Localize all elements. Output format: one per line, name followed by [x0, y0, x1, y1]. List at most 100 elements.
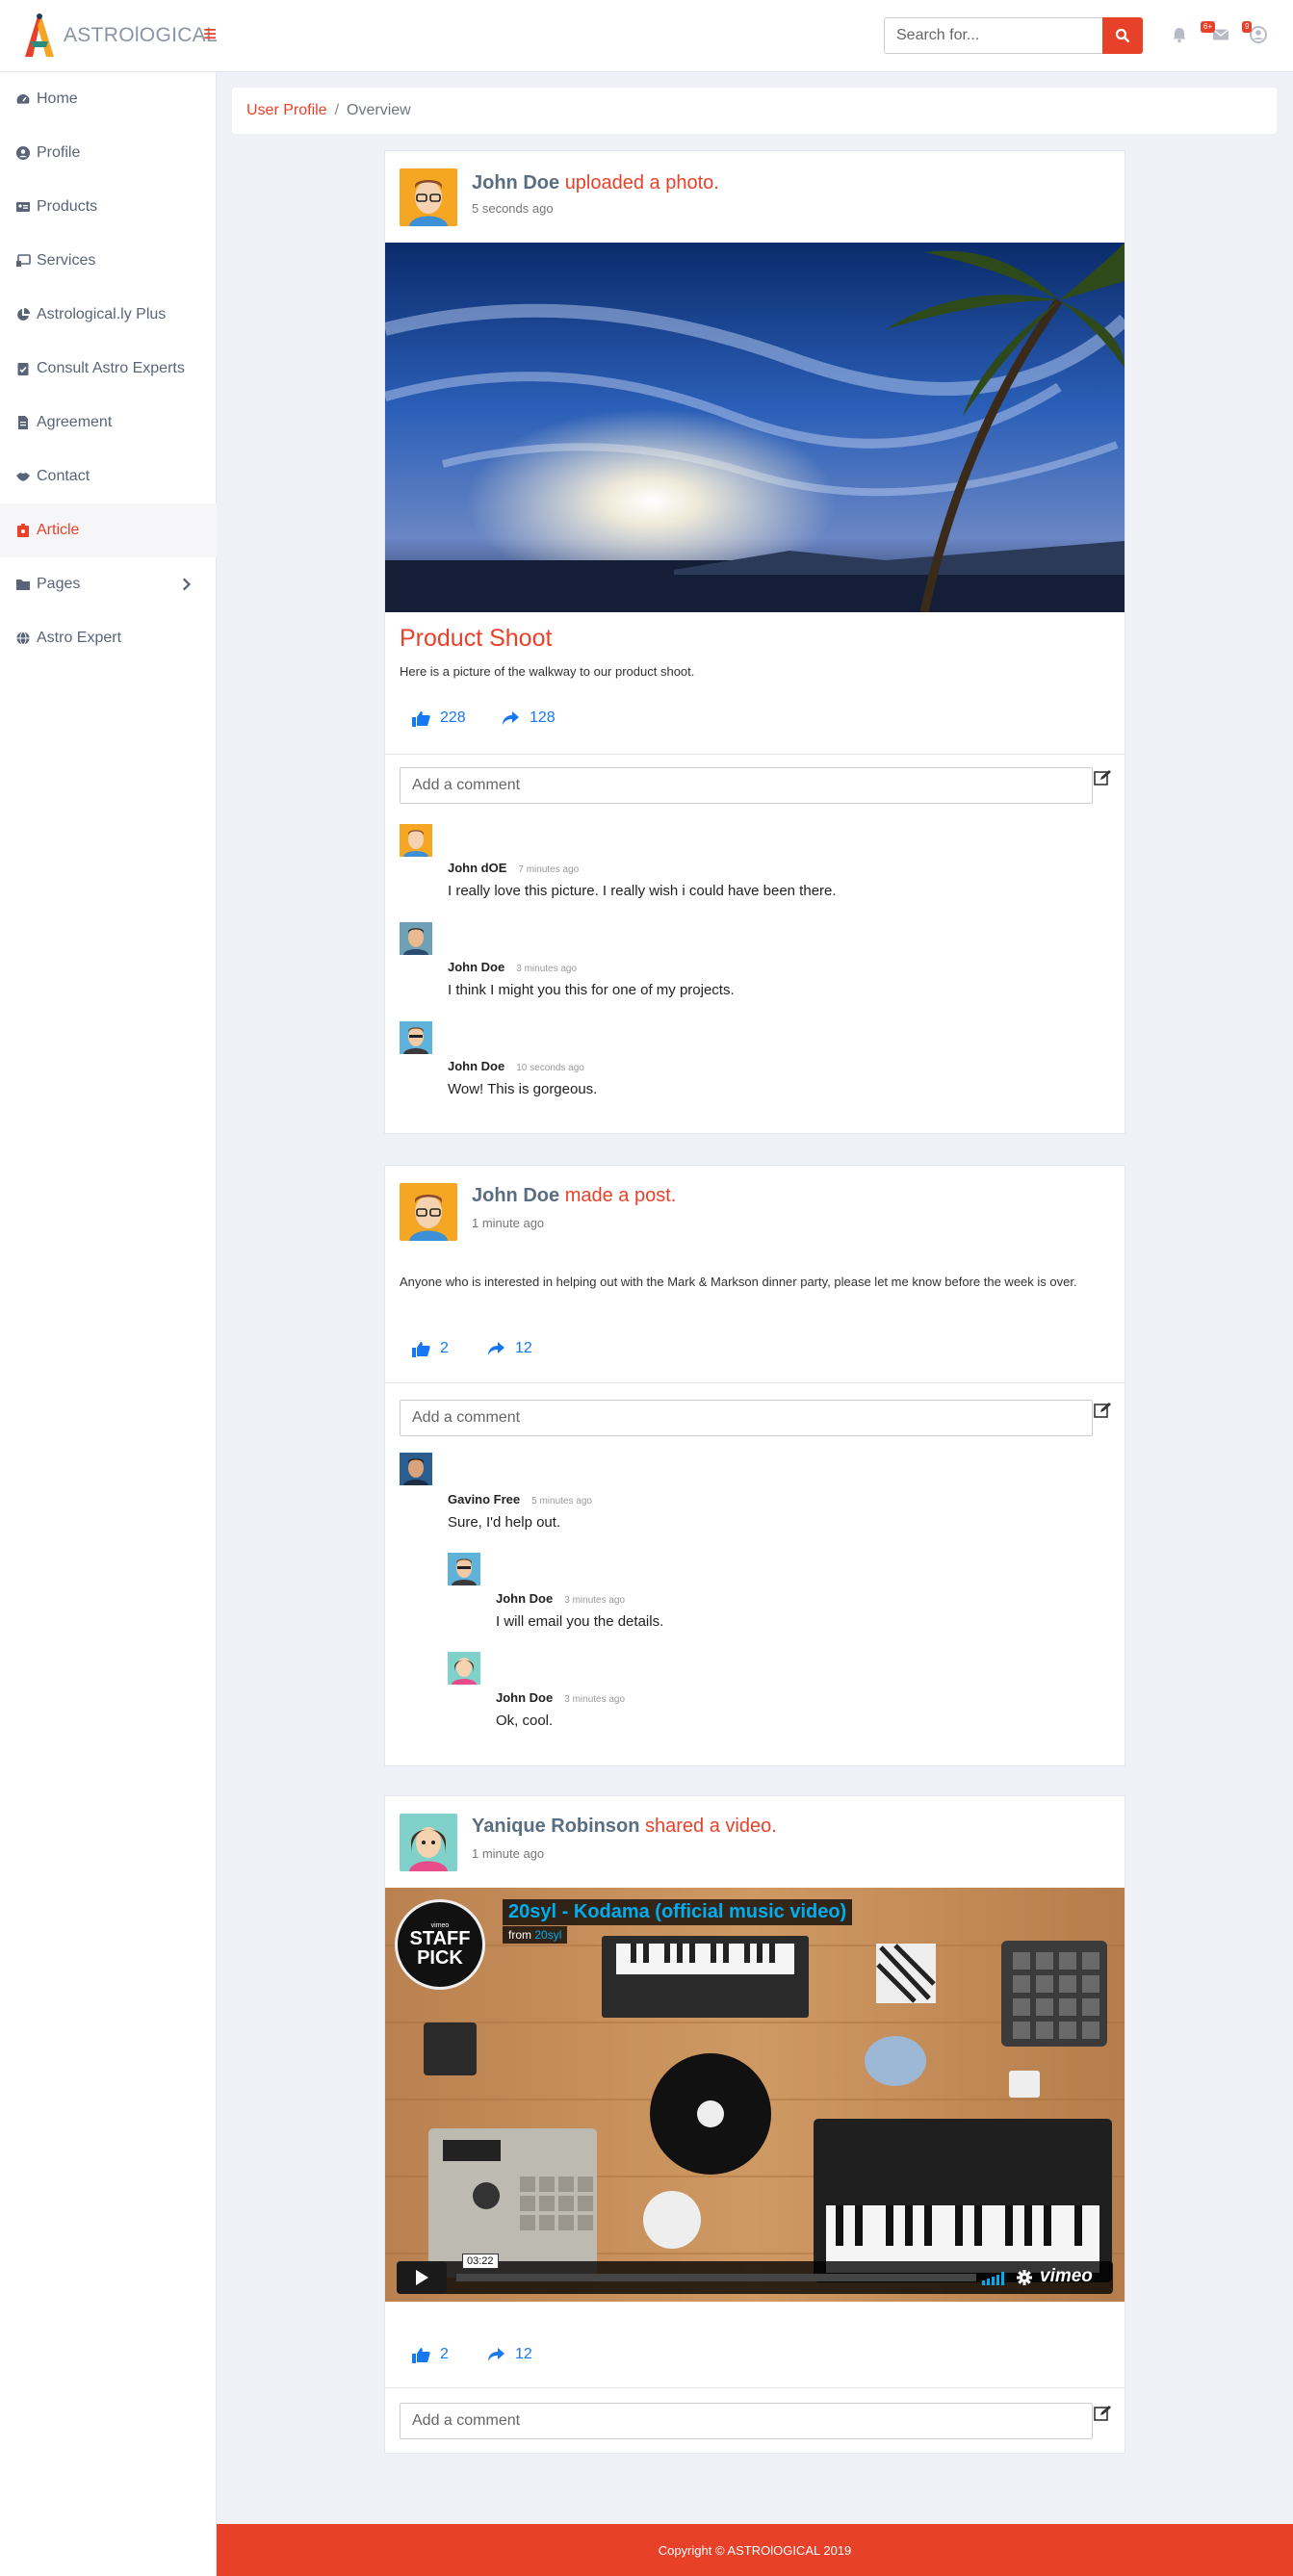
settings-gear-icon[interactable] — [1017, 2270, 1032, 2285]
comment-avatar[interactable] — [400, 922, 432, 955]
share-button[interactable]: 128 — [502, 709, 556, 727]
comment-timestamp: 10 seconds ago — [516, 1063, 584, 1073]
post-card: Yanique Robinson shared a video. 1 minut… — [384, 1795, 1125, 2454]
edit-icon[interactable] — [1094, 769, 1112, 786]
share-count: 12 — [515, 1340, 532, 1356]
sidebar-item-label: Profile — [37, 144, 81, 161]
sidebar-item-label: Pages — [37, 576, 81, 592]
comment-text: I really love this picture. I really wis… — [448, 883, 837, 899]
post-author[interactable]: John Doe — [472, 1185, 559, 1206]
comment-avatar[interactable] — [448, 1553, 480, 1585]
post-author[interactable]: John Doe — [472, 172, 559, 193]
thumbs-up-icon — [412, 710, 430, 727]
like-count: 2 — [440, 2346, 449, 2362]
comment-timestamp: 5 minutes ago — [531, 1496, 592, 1507]
avatar[interactable] — [400, 168, 457, 226]
brand-logo-icon — [25, 13, 54, 57]
sidebar: Home Profile Products Services Astrologi… — [0, 72, 217, 2576]
breadcrumb-link-user-profile[interactable]: User Profile — [246, 102, 327, 119]
post-text: Here is a picture of the walkway to our … — [400, 664, 695, 679]
search-input[interactable]: Search for... — [884, 17, 1103, 54]
post-action: shared a video. — [645, 1816, 777, 1837]
sidebar-item-astro-expert[interactable]: Astro Expert — [0, 611, 217, 665]
like-count: 2 — [440, 1340, 449, 1356]
sidebar-item-consult-astro-experts[interactable]: Consult Astro Experts — [0, 342, 217, 396]
play-button[interactable] — [397, 2261, 447, 2294]
comment-text: Ok, cool. — [496, 1713, 554, 1729]
breadcrumb: User Profile / Overview — [232, 88, 1277, 134]
brand[interactable]: ASTROlOGICAL — [21, 12, 218, 60]
file-icon — [18, 416, 28, 429]
like-button[interactable]: 2 — [412, 2346, 449, 2363]
post-action: made a post. — [564, 1185, 677, 1206]
share-button[interactable]: 12 — [487, 1340, 532, 1357]
vimeo-logo[interactable]: vimeo — [1040, 2266, 1093, 2287]
post-header: John Doe made a post. — [472, 1185, 676, 1207]
comment-avatar[interactable] — [400, 1453, 432, 1485]
post-header: John Doe uploaded a photo. — [472, 172, 719, 194]
post-author[interactable]: Yanique Robinson — [472, 1816, 639, 1837]
sidebar-item-services[interactable]: Services — [0, 234, 217, 288]
sidebar-item-agreement[interactable]: Agreement — [0, 396, 217, 450]
sidebar-item-label: Home — [37, 90, 78, 107]
sidebar-item-products[interactable]: Products — [0, 180, 217, 234]
sidebar-item-home[interactable]: Home — [0, 72, 217, 126]
bell-icon[interactable] — [1170, 25, 1189, 44]
avatar[interactable] — [400, 1183, 457, 1241]
id-card-icon — [16, 202, 30, 212]
comment-timestamp: 3 minutes ago — [516, 964, 578, 974]
comment-text: I will email you the details. — [496, 1613, 664, 1630]
video-author-link[interactable]: 20syl — [534, 1928, 561, 1942]
video-controls: 03:22 vimeo — [397, 2254, 1113, 2294]
sidebar-item-pages[interactable]: Pages — [0, 557, 217, 611]
volume-icon[interactable] — [982, 2270, 1005, 2285]
sidebar-item-astrological-plus[interactable]: Astrological.ly Plus — [0, 288, 217, 342]
handshake-icon — [16, 473, 30, 481]
sidebar-item-article[interactable]: Article — [0, 503, 217, 557]
share-button[interactable]: 12 — [487, 2346, 532, 2363]
share-icon — [503, 710, 519, 725]
post-photo[interactable] — [385, 243, 1125, 612]
video-byline: from 20syl — [503, 1926, 568, 1944]
divider — [385, 2387, 1125, 2388]
comment-text: Wow! This is gorgeous. — [448, 1081, 598, 1097]
comment-text: I think I might you this for one of my p… — [448, 982, 735, 998]
share-icon — [488, 2347, 504, 2361]
video-player[interactable]: vimeo STAFF PICK 20syl - Kodama (officia… — [385, 1888, 1125, 2302]
sidebar-item-label: Astro Expert — [37, 630, 122, 646]
monitor-icon — [16, 254, 31, 267]
comment-timestamp: 7 minutes ago — [518, 864, 580, 875]
comment-avatar[interactable] — [448, 1652, 480, 1685]
like-button[interactable]: 228 — [412, 709, 466, 727]
sidebar-item-profile[interactable]: Profile — [0, 126, 217, 180]
avatar[interactable] — [400, 1814, 457, 1871]
user-circle-icon — [16, 146, 30, 160]
alerts-badge: 9 — [1242, 21, 1253, 33]
chevron-right-icon — [182, 578, 192, 591]
search-button[interactable] — [1102, 17, 1143, 54]
comment-input[interactable]: Add a comment — [400, 2403, 1093, 2439]
video-title[interactable]: 20syl - Kodama (official music video) — [503, 1899, 853, 1925]
sidebar-item-label: Article — [37, 522, 80, 538]
dashboard-icon — [16, 94, 30, 104]
video-progress-bar[interactable] — [456, 2274, 976, 2281]
edit-icon[interactable] — [1094, 2405, 1112, 2421]
comment-avatar[interactable] — [400, 1021, 432, 1054]
menu-toggle-icon[interactable]: ≡ — [203, 23, 217, 46]
comment-input[interactable]: Add a comment — [400, 1400, 1093, 1436]
comment-avatar[interactable] — [400, 824, 432, 857]
like-button[interactable]: 2 — [412, 1340, 449, 1357]
edit-icon[interactable] — [1094, 1402, 1112, 1418]
post-timestamp: 5 seconds ago — [472, 201, 554, 216]
sidebar-item-contact[interactable]: Contact — [0, 450, 217, 503]
article-icon — [17, 524, 29, 537]
comment-text: Sure, I'd help out. — [448, 1514, 561, 1531]
comment-input[interactable]: Add a comment — [400, 767, 1093, 804]
comment-author: John Doe 10 seconds ago — [448, 1059, 584, 1073]
footer: Copyright © ASTROlOGICAL 2019 — [217, 2524, 1293, 2576]
comment-timestamp: 3 minutes ago — [564, 1595, 626, 1606]
sidebar-item-label: Astrological.ly Plus — [37, 306, 167, 322]
share-count: 128 — [530, 709, 556, 726]
post-timestamp: 1 minute ago — [472, 1846, 545, 1861]
like-count: 228 — [440, 709, 466, 726]
